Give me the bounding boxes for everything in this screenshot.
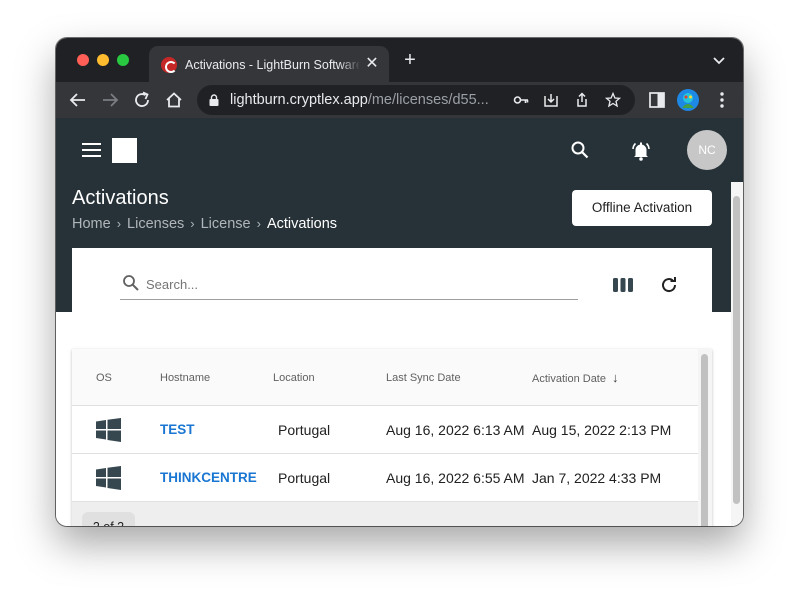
breadcrumb-licenses[interactable]: Licenses: [127, 214, 184, 234]
table-scrollbar-thumb[interactable]: [701, 354, 708, 526]
search-icon: [123, 275, 139, 291]
last-sync-cell: Aug 16, 2022 6:55 AM: [386, 470, 525, 486]
maximize-window-button[interactable]: [117, 54, 129, 66]
activations-table: OS Hostname Location Last Sync Date Acti…: [72, 349, 712, 526]
back-arrow-icon[interactable]: [68, 90, 88, 110]
app-header: NC: [56, 118, 743, 182]
tab-search-chevron-icon[interactable]: [712, 53, 726, 67]
install-app-icon[interactable]: [543, 92, 559, 108]
table-row[interactable]: TEST Portugal Aug 16, 2022 6:13 AM Aug 1…: [72, 406, 698, 454]
sort-descending-arrow-icon[interactable]: ↓: [612, 370, 619, 386]
search-icon[interactable]: [570, 140, 590, 160]
minimize-window-button[interactable]: [97, 54, 109, 66]
column-header-last-sync-date[interactable]: Last Sync Date: [386, 370, 461, 386]
lock-icon: [209, 94, 219, 106]
address-bar[interactable]: lightburn.cryptlex.app/me/licenses/d55..…: [197, 85, 635, 115]
offline-activation-button[interactable]: Offline Activation: [572, 190, 712, 226]
location-cell: Portugal: [278, 470, 331, 486]
home-icon[interactable]: [164, 90, 184, 110]
row-count-badge: 2 of 2: [82, 512, 135, 526]
app-logo[interactable]: [112, 138, 137, 163]
refresh-icon[interactable]: [659, 275, 679, 295]
reload-icon[interactable]: [132, 90, 152, 110]
last-sync-cell: Aug 16, 2022 6:13 AM: [386, 422, 525, 438]
breadcrumb-separator: ›: [256, 216, 261, 231]
windows-icon: [96, 418, 121, 442]
view-columns-icon[interactable]: [612, 276, 634, 294]
location-cell: Portugal: [278, 422, 331, 438]
column-header-location[interactable]: Location: [273, 370, 315, 386]
page-title: Activations: [72, 187, 169, 209]
forward-arrow-icon[interactable]: [100, 90, 120, 110]
screenshot-backdrop: Activations - LightBurn Software ✕ + lig…: [0, 0, 799, 601]
table-scrollbar[interactable]: [698, 349, 712, 526]
page-scrollbar-thumb[interactable]: [733, 196, 740, 504]
breadcrumb-separator: ›: [116, 216, 122, 231]
tab-bar: Activations - LightBurn Software ✕ +: [56, 38, 743, 82]
browser-tab-activations[interactable]: Activations - LightBurn Software ✕: [149, 46, 389, 82]
hostname-link[interactable]: TEST: [160, 422, 195, 438]
activation-date-cell: Jan 7, 2022 4:33 PM: [532, 470, 662, 486]
breadcrumb-home[interactable]: Home: [72, 214, 111, 234]
notification-bell-icon[interactable]: [629, 139, 653, 163]
hamburger-menu-icon[interactable]: [82, 143, 101, 157]
key-icon[interactable]: [513, 92, 529, 108]
tab-title: Activations - LightBurn Software: [185, 58, 359, 72]
windows-icon: [96, 466, 121, 490]
close-window-button[interactable]: [77, 54, 89, 66]
browser-menu-kebab-icon[interactable]: [712, 90, 732, 110]
breadcrumb-separator: ›: [190, 216, 195, 231]
activation-date-cell: Aug 15, 2022 2:13 PM: [532, 422, 672, 438]
side-panel-icon[interactable]: [647, 90, 667, 110]
tab-close-icon[interactable]: ✕: [363, 55, 381, 73]
column-header-os[interactable]: OS: [96, 370, 112, 386]
browser-window: Activations - LightBurn Software ✕ + lig…: [56, 38, 743, 526]
hostname-link[interactable]: THINKCENTRE: [160, 470, 257, 486]
breadcrumb-license[interactable]: License: [201, 214, 251, 234]
column-header-activation-date-label: Activation Date: [532, 373, 606, 385]
search-input[interactable]: [146, 272, 566, 296]
browser-toolbar: lightburn.cryptlex.app/me/licenses/d55..…: [56, 82, 743, 118]
url-host: lightburn.cryptlex.app: [230, 92, 368, 108]
web-page: NC Activations Home › Licenses › License…: [56, 118, 743, 526]
table-footer: 2 of 2: [72, 502, 698, 526]
url-text: lightburn.cryptlex.app/me/licenses/d55..…: [230, 91, 502, 109]
column-header-hostname[interactable]: Hostname: [160, 370, 210, 386]
breadcrumb-activations: Activations: [266, 216, 338, 232]
breadcrumb: Home › Licenses › License › Activations: [72, 214, 337, 234]
column-header-activation-date[interactable]: Activation Date ↓: [532, 370, 618, 386]
tab-title-fade: [339, 54, 361, 74]
share-icon[interactable]: [574, 92, 590, 108]
table-header: OS Hostname Location Last Sync Date Acti…: [72, 349, 698, 406]
page-scrollbar[interactable]: [731, 182, 743, 526]
user-avatar[interactable]: NC: [687, 130, 727, 170]
url-path: /me/licenses/d55...: [367, 92, 489, 108]
search-field[interactable]: [120, 268, 578, 300]
new-tab-button[interactable]: +: [400, 50, 420, 70]
bookmark-star-icon[interactable]: [605, 92, 621, 108]
table-row[interactable]: THINKCENTRE Portugal Aug 16, 2022 6:55 A…: [72, 454, 698, 502]
lightburn-favicon-icon: [161, 57, 177, 73]
profile-avatar-icon[interactable]: [676, 88, 700, 112]
